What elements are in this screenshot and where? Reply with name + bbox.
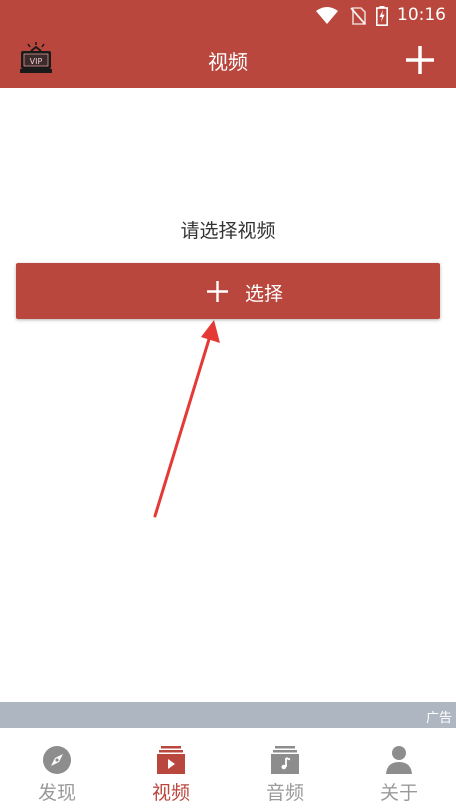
nav-label-video: 视频 [151,782,190,804]
no-sim-icon [350,7,366,25]
battery-charging-icon [376,6,388,26]
select-video-prompt: 请选择视频 [180,220,276,242]
wifi-icon [316,7,338,24]
ad-banner[interactable]: 广告 [0,702,456,728]
status-bar: 10:16 [0,0,456,32]
status-time: 10:16 [397,5,446,25]
nav-item-video[interactable]: 视频 [114,728,228,810]
nav-item-audio[interactable]: 音频 [228,728,342,810]
nav-label-discover: 发现 [37,782,76,804]
ad-label: 广告 [425,711,452,726]
nav-item-discover[interactable]: 发现 [0,728,114,810]
nav-item-about[interactable]: 关于 [342,728,456,810]
bottom-nav: 发现 视频 音频 关于 [0,728,456,810]
select-button-label: 选择 [245,283,284,305]
add-icon[interactable] [404,44,436,76]
person-icon [386,746,412,774]
nav-label-audio: 音频 [265,782,304,804]
app-bar: VIP 视频 [0,32,456,88]
nav-label-about: 关于 [379,782,418,804]
select-video-button[interactable]: 选择 [16,263,440,319]
annotation-arrow [153,320,220,518]
music-icon [271,746,299,774]
compass-icon [43,746,71,774]
page-title: 视频 [208,50,248,74]
video-icon [157,746,185,774]
plus-icon [207,281,228,302]
